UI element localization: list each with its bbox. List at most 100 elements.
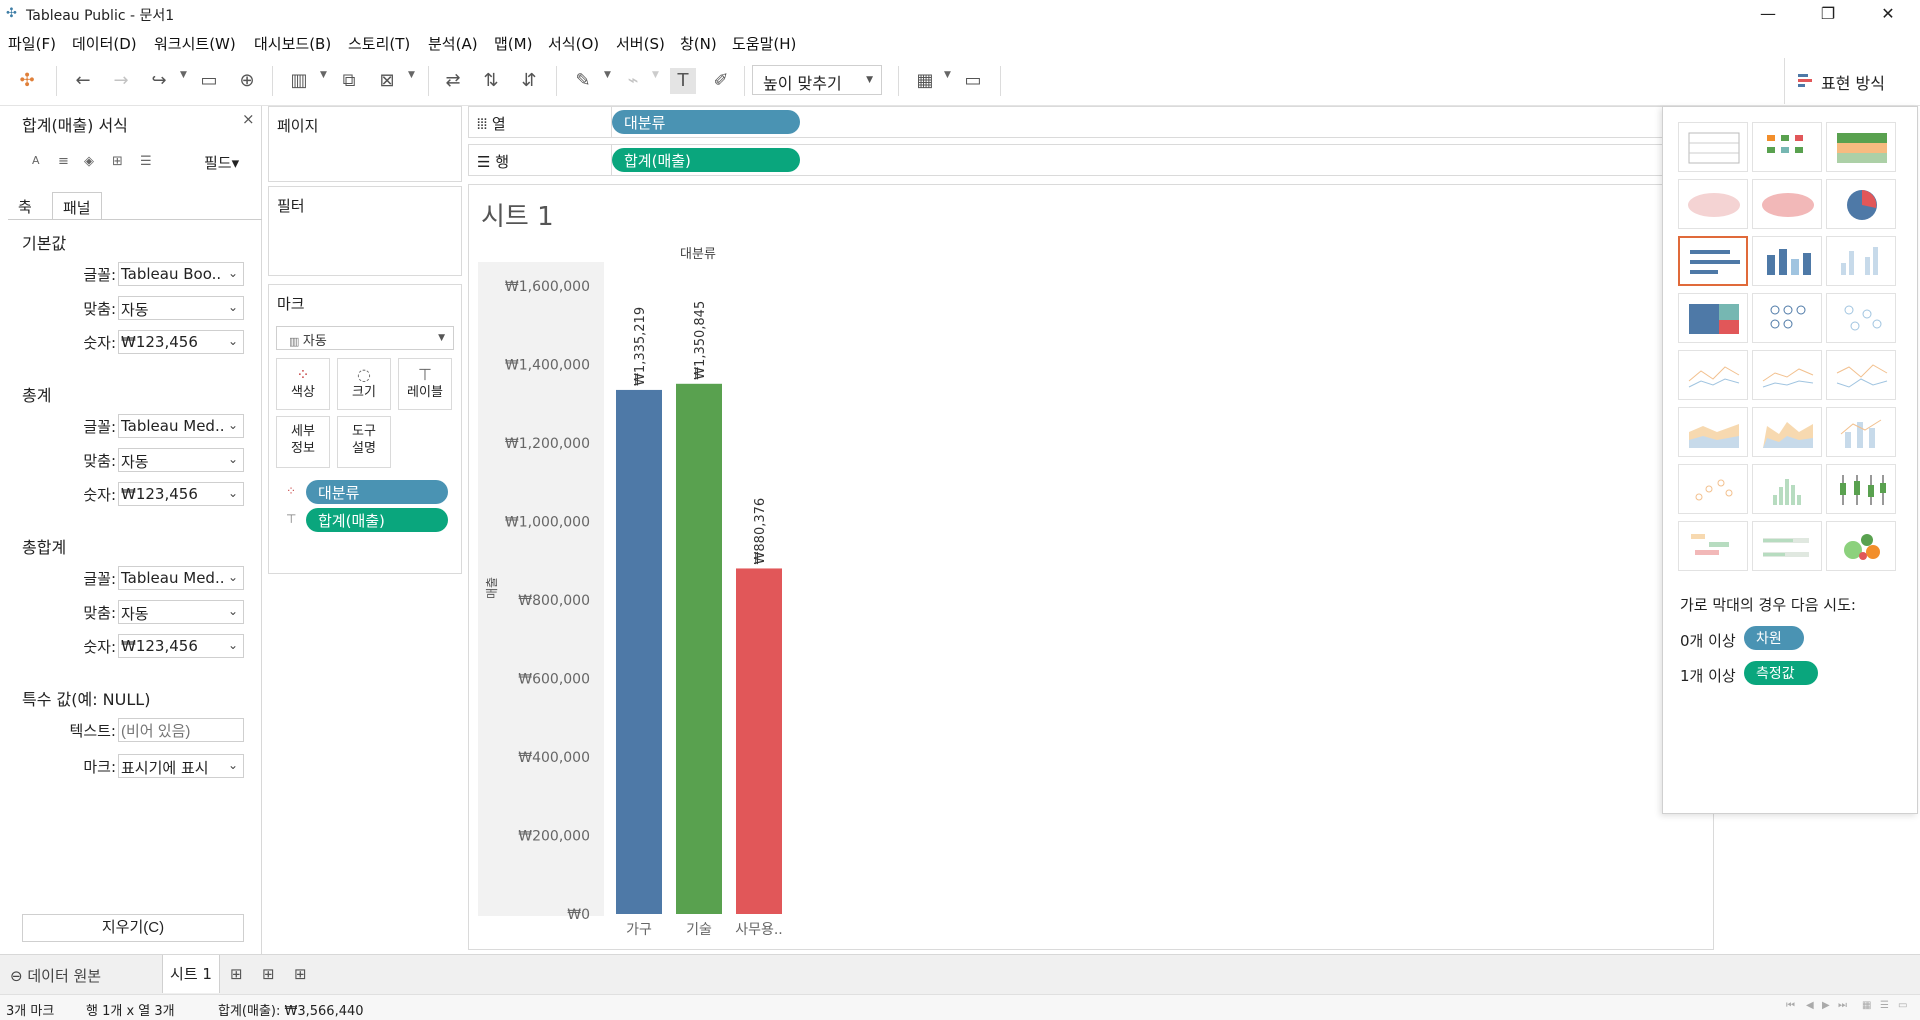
group-members-icon[interactable]: ⌁ (620, 68, 646, 94)
show-me-stacked-bars-icon[interactable] (1752, 236, 1822, 286)
default-alignment-select[interactable]: 자동 ⌄ (118, 296, 244, 320)
menu-map[interactable]: 맵(M) (494, 33, 532, 54)
chevron-down-icon[interactable]: ▼ (408, 70, 415, 80)
show-me-box-and-whisker-icon[interactable] (1826, 464, 1896, 514)
clear-button[interactable]: 지우기(C) (22, 914, 244, 942)
special-text-input[interactable] (118, 718, 244, 742)
show-me-filled-map-icon[interactable] (1752, 179, 1822, 229)
font-icon[interactable]: A (32, 154, 40, 167)
previous-page-icon[interactable]: ◀ (1806, 1000, 1814, 1011)
show-me-discrete-lines-icon[interactable] (1752, 350, 1822, 400)
show-me-pie-chart-icon[interactable] (1826, 179, 1896, 229)
grand-totals-font-select[interactable]: Tableau Med.. ⌄ (118, 566, 244, 590)
tableau-start-icon[interactable]: ✣ (14, 68, 40, 94)
save-icon[interactable]: ▭ (196, 68, 222, 94)
tab-pane[interactable]: 패널 (52, 192, 102, 220)
totals-font-select[interactable]: Tableau Med.. ⌄ (118, 414, 244, 438)
show-me-dual-lines-icon[interactable] (1826, 350, 1896, 400)
menu-help[interactable]: 도움말(H) (732, 33, 796, 54)
menu-window[interactable]: 창(N) (680, 33, 717, 54)
minimize-button[interactable]: — (1740, 0, 1796, 28)
undo-icon[interactable]: ← (70, 68, 96, 94)
alignment-icon[interactable]: ≡ (58, 154, 69, 169)
list-view-icon[interactable]: ☰ (1880, 1000, 1889, 1011)
size-button[interactable]: ◌ 크기 (337, 358, 391, 410)
totals-alignment-select[interactable]: 자동 ⌄ (118, 448, 244, 472)
marks-pill-sum-sales[interactable]: 합계(매출) (306, 508, 448, 532)
close-icon[interactable]: × (242, 110, 255, 128)
menu-analysis[interactable]: 분석(A) (428, 33, 478, 54)
tile-view-icon[interactable]: ▭ (1898, 1000, 1907, 1011)
fit-select[interactable]: 높이 맞추기 ▼ (752, 65, 882, 95)
menu-server[interactable]: 서버(S) (616, 33, 665, 54)
color-button[interactable]: ⁘ 색상 (276, 358, 330, 410)
show-me-heat-map-icon[interactable] (1752, 122, 1822, 172)
show-me-side-by-side-bars-icon[interactable] (1826, 236, 1896, 286)
chevron-down-icon[interactable]: ▼ (180, 70, 187, 80)
sort-descending-icon[interactable]: ⇵ (516, 68, 542, 94)
new-dashboard-icon[interactable]: ⊞ (262, 965, 275, 983)
rows-pill-sum-sales[interactable]: 합계(매출) (612, 148, 800, 172)
show-me-circle-views-icon[interactable] (1752, 293, 1822, 343)
sort-ascending-icon[interactable]: ⇅ (478, 68, 504, 94)
show-me-area-continuous-icon[interactable] (1678, 407, 1748, 457)
bar[interactable] (616, 389, 662, 915)
next-page-icon[interactable]: ▶ (1822, 1000, 1830, 1011)
new-worksheet-icon[interactable]: ⊞ (230, 965, 243, 983)
default-numbers-select[interactable]: ₩123,456 ⌄ (118, 330, 244, 354)
show-me-side-by-side-circles-icon[interactable] (1826, 293, 1896, 343)
default-font-select[interactable]: Tableau Boo.. ⌄ (118, 262, 244, 286)
restore-button[interactable]: ❐ (1800, 0, 1856, 28)
highlight-icon[interactable]: ✎ (570, 68, 596, 94)
show-me-scatter-plot-icon[interactable] (1678, 464, 1748, 514)
show-me-continuous-lines-icon[interactable] (1678, 350, 1748, 400)
show-mark-labels-icon[interactable]: T (670, 68, 696, 94)
last-page-icon[interactable]: ⏭ (1838, 1000, 1847, 1011)
new-data-source-icon[interactable]: ⊕ (234, 68, 260, 94)
show-me-gantt-chart-icon[interactable] (1678, 521, 1748, 571)
menu-story[interactable]: 스토리(T) (348, 33, 410, 54)
shading-icon[interactable]: ◈ (84, 154, 94, 169)
menu-dashboard[interactable]: 대시보드(B) (254, 33, 331, 54)
borders-icon[interactable]: ⊞ (112, 154, 123, 169)
menu-data[interactable]: 데이터(D) (72, 33, 137, 54)
show-me-symbol-map-icon[interactable] (1678, 179, 1748, 229)
sheet-tab[interactable]: 시트 1 (162, 955, 220, 993)
grand-totals-numbers-select[interactable]: ₩123,456 ⌄ (118, 634, 244, 658)
new-worksheet-icon[interactable]: ▥ (286, 68, 312, 94)
clear-sheet-icon[interactable]: ⊠ (374, 68, 400, 94)
tab-axis[interactable]: 축 (8, 192, 42, 220)
show-me-treemap-icon[interactable] (1678, 293, 1748, 343)
detail-button[interactable]: 세부 정보 (276, 416, 330, 468)
chevron-down-icon[interactable]: ▼ (320, 70, 327, 80)
grand-totals-alignment-select[interactable]: 자동 ⌄ (118, 600, 244, 624)
label-button[interactable]: ⊤ 레이블 (398, 358, 452, 410)
show-me-highlight-table-icon[interactable] (1826, 122, 1896, 172)
bar[interactable] (676, 383, 722, 914)
columns-pill-category[interactable]: 대분류 (612, 110, 800, 134)
show-me-button[interactable]: 표현 방식 (1784, 58, 1918, 104)
show-me-bullet-graph-icon[interactable] (1752, 521, 1822, 571)
replace-data-source-icon[interactable]: ↪ (146, 68, 172, 94)
chevron-down-icon[interactable]: ▼ (944, 70, 951, 80)
menu-file[interactable]: 파일(F) (8, 33, 56, 54)
grid-view-icon[interactable]: ▦ (1862, 1000, 1871, 1011)
show-me-dual-combination-icon[interactable] (1826, 407, 1896, 457)
new-story-icon[interactable]: ⊞ (294, 965, 307, 983)
redo-icon[interactable]: → (108, 68, 134, 94)
bar[interactable] (736, 568, 782, 914)
show-me-histogram-icon[interactable] (1752, 464, 1822, 514)
filters-shelf[interactable]: 필터 (268, 186, 462, 276)
special-marks-select[interactable]: 표시기에 표시 ⌄ (118, 754, 244, 778)
totals-numbers-select[interactable]: ₩123,456 ⌄ (118, 482, 244, 506)
swap-rows-columns-icon[interactable]: ⇄ (440, 68, 466, 94)
presentation-mode-icon[interactable]: ▭ (960, 68, 986, 94)
duplicate-sheet-icon[interactable]: ⧉ (336, 68, 362, 94)
menu-worksheet[interactable]: 워크시트(W) (154, 33, 236, 54)
data-source-tab[interactable]: ⊖ 데이터 원본 (10, 965, 101, 986)
show-me-packed-bubbles-icon[interactable] (1826, 521, 1896, 571)
tooltip-button[interactable]: 도구 설명 (337, 416, 391, 468)
show-me-area-discrete-icon[interactable] (1752, 407, 1822, 457)
field-dropdown[interactable]: 필드▾ (204, 152, 239, 173)
chevron-down-icon[interactable]: ▼ (604, 70, 611, 80)
